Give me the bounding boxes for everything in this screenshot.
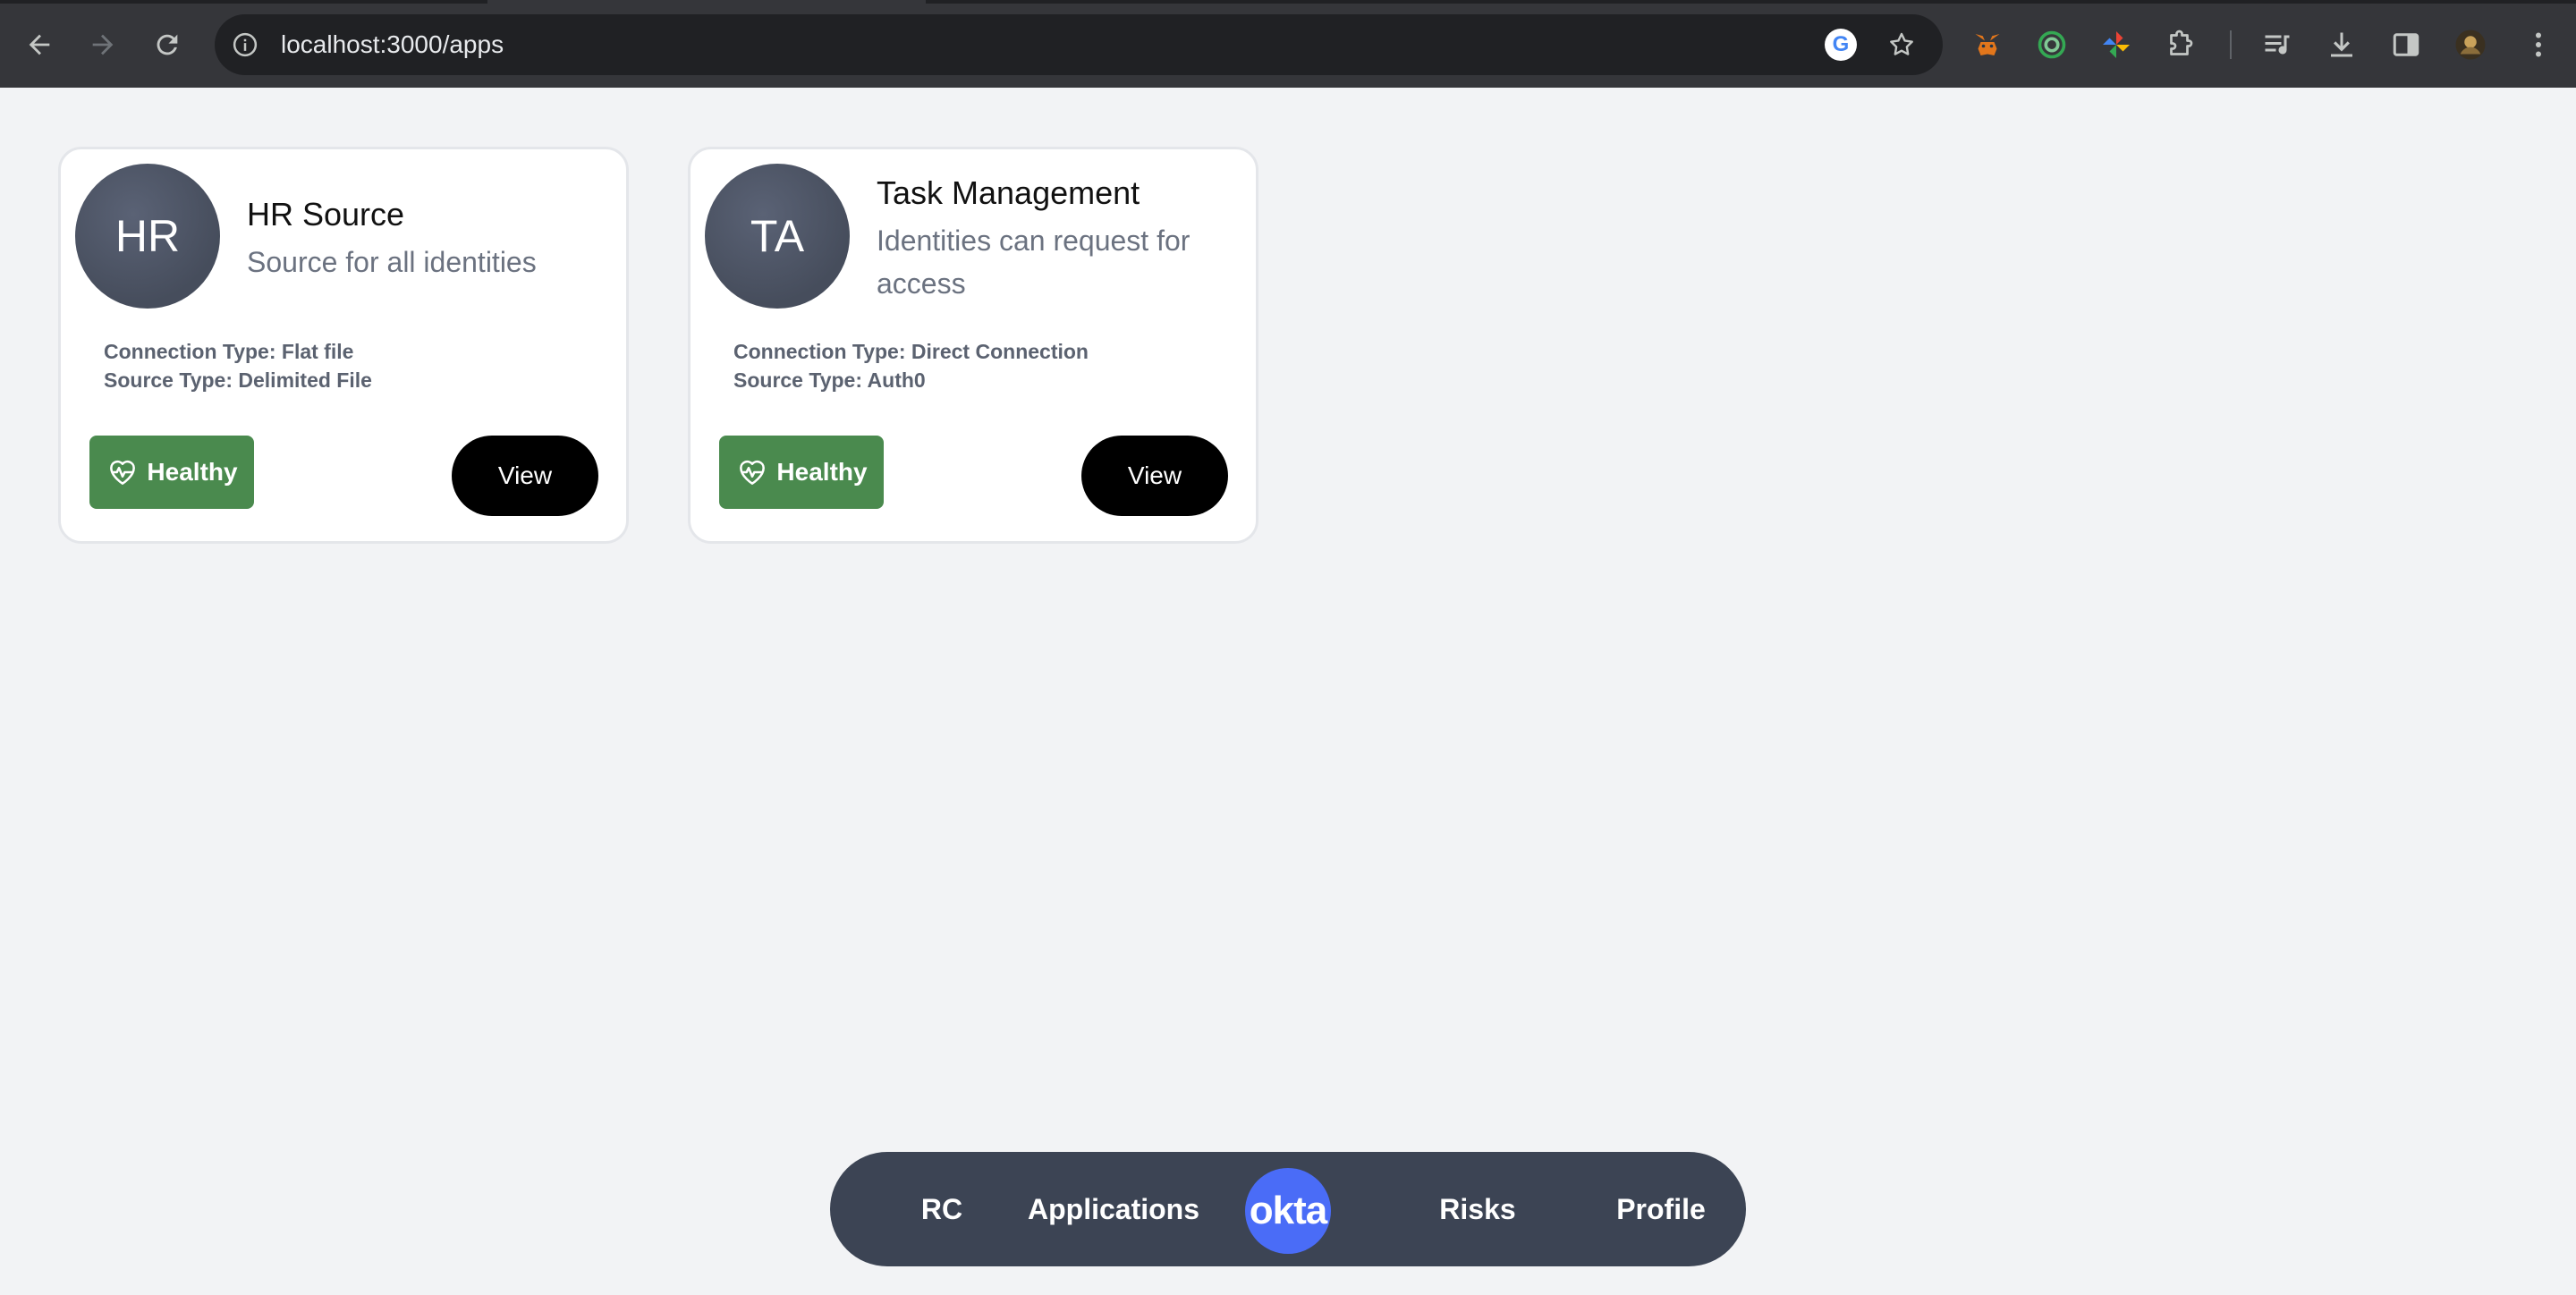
app-meta: Connection Type: Flat file Source Type: … <box>104 337 372 394</box>
google-icon[interactable]: G <box>1825 29 1857 61</box>
profile-avatar-icon[interactable] <box>2451 25 2490 64</box>
reload-button[interactable] <box>146 23 189 66</box>
app-card-hr-source: HR HR Source Source for all identities C… <box>58 147 629 544</box>
active-tab[interactable] <box>487 0 926 4</box>
status-badge: Healthy <box>719 436 884 509</box>
app-description: Identities can request for access <box>877 224 1191 300</box>
url-text[interactable]: localhost:3000/apps <box>281 14 504 75</box>
forward-button[interactable] <box>81 23 124 66</box>
nav-item-profile[interactable]: Profile <box>1603 1152 1719 1266</box>
source-type-text: Source Type: Delimited File <box>104 368 372 392</box>
heart-pulse-icon <box>110 460 136 485</box>
okta-logo[interactable]: okta <box>1245 1168 1331 1254</box>
puzzle-extensions-icon[interactable] <box>2161 25 2200 64</box>
status-badge: Healthy <box>89 436 254 509</box>
address-bar[interactable]: localhost:3000/apps G <box>215 14 1943 75</box>
tab-strip <box>0 0 2576 4</box>
source-type-text: Source Type: Auth0 <box>733 368 926 392</box>
toolbar-separator <box>2230 30 2232 59</box>
nav-item-risks[interactable]: Risks <box>1424 1152 1531 1266</box>
app-avatar: HR <box>75 164 220 309</box>
browser-toolbar: localhost:3000/apps G <box>0 0 2576 88</box>
bottom-nav: RC Applications okta Risks Profile <box>830 1152 1746 1266</box>
kebab-menu-icon[interactable] <box>2519 25 2558 64</box>
app-meta: Connection Type: Direct Connection Sourc… <box>733 337 1089 394</box>
view-button[interactable]: View <box>452 436 598 516</box>
back-button[interactable] <box>18 23 61 66</box>
download-icon[interactable] <box>2322 25 2361 64</box>
connection-type-text: Connection Type: Flat file <box>104 340 354 363</box>
app-description: Source for all identities <box>247 246 537 278</box>
color-extension-icon[interactable] <box>2097 25 2136 64</box>
reload-icon <box>157 34 178 55</box>
app-avatar: TA <box>705 164 850 309</box>
arrow-right-icon <box>92 34 114 55</box>
nav-item-applications[interactable]: Applications <box>1020 1152 1208 1266</box>
connection-type-text: Connection Type: Direct Connection <box>733 340 1089 363</box>
arrow-left-icon <box>29 34 50 55</box>
app-card-task-management: TA Task Management Identities can reques… <box>688 147 1258 544</box>
nav-item-rc[interactable]: RC <box>902 1152 982 1266</box>
status-label: Healthy <box>776 458 868 486</box>
target-extension-icon[interactable] <box>2032 25 2072 64</box>
app-title: Task Management <box>877 174 1140 211</box>
status-label: Healthy <box>147 458 238 486</box>
site-info-icon[interactable] <box>227 27 263 63</box>
bookmark-star-icon[interactable] <box>1884 27 1919 63</box>
media-queue-icon[interactable] <box>2258 25 2297 64</box>
metamask-extension-icon[interactable] <box>1968 25 2007 64</box>
side-panel-icon[interactable] <box>2386 25 2426 64</box>
view-button[interactable]: View <box>1081 436 1228 516</box>
heart-pulse-icon <box>740 460 766 485</box>
app-title: HR Source <box>247 196 405 233</box>
